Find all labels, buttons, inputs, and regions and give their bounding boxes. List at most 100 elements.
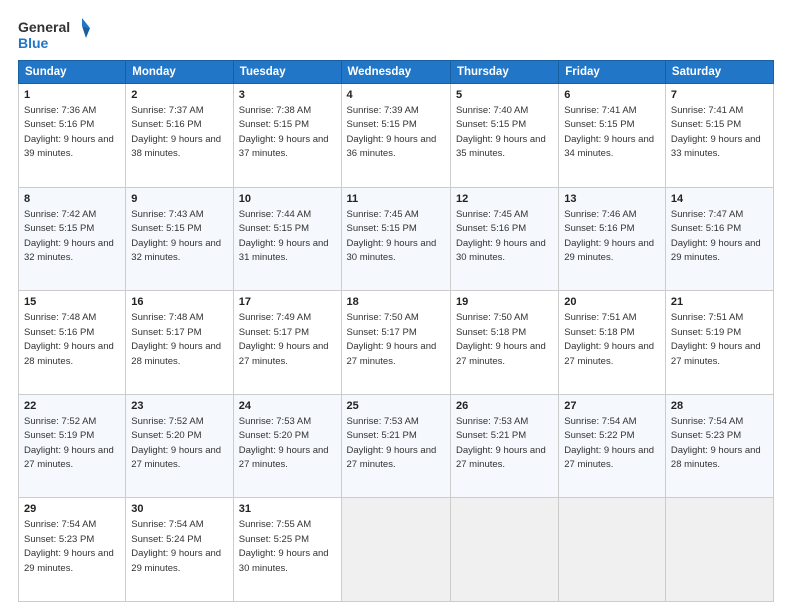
- calendar-cell: 28 Sunrise: 7:54 AMSunset: 5:23 PMDaylig…: [665, 394, 773, 498]
- day-info: Sunrise: 7:49 AMSunset: 5:17 PMDaylight:…: [239, 312, 329, 367]
- day-info: Sunrise: 7:52 AMSunset: 5:19 PMDaylight:…: [24, 416, 114, 471]
- day-info: Sunrise: 7:54 AMSunset: 5:23 PMDaylight:…: [24, 519, 114, 574]
- day-number: 8: [24, 192, 120, 208]
- day-number: 25: [347, 399, 445, 415]
- day-number: 1: [24, 88, 120, 104]
- calendar-header-saturday: Saturday: [665, 61, 773, 84]
- day-info: Sunrise: 7:50 AMSunset: 5:18 PMDaylight:…: [456, 312, 546, 367]
- calendar-cell: 3 Sunrise: 7:38 AMSunset: 5:15 PMDayligh…: [233, 84, 341, 188]
- day-info: Sunrise: 7:48 AMSunset: 5:16 PMDaylight:…: [24, 312, 114, 367]
- day-number: 26: [456, 399, 553, 415]
- calendar-table: SundayMondayTuesdayWednesdayThursdayFrid…: [18, 60, 774, 602]
- day-number: 29: [24, 502, 120, 518]
- day-info: Sunrise: 7:41 AMSunset: 5:15 PMDaylight:…: [671, 105, 761, 160]
- calendar-cell: [341, 498, 450, 602]
- calendar-cell: 5 Sunrise: 7:40 AMSunset: 5:15 PMDayligh…: [450, 84, 558, 188]
- day-number: 15: [24, 295, 120, 311]
- day-info: Sunrise: 7:45 AMSunset: 5:15 PMDaylight:…: [347, 209, 437, 264]
- calendar-cell: 31 Sunrise: 7:55 AMSunset: 5:25 PMDaylig…: [233, 498, 341, 602]
- day-number: 17: [239, 295, 336, 311]
- calendar-cell: 6 Sunrise: 7:41 AMSunset: 5:15 PMDayligh…: [559, 84, 666, 188]
- day-info: Sunrise: 7:55 AMSunset: 5:25 PMDaylight:…: [239, 519, 329, 574]
- calendar-header-row: SundayMondayTuesdayWednesdayThursdayFrid…: [19, 61, 774, 84]
- day-info: Sunrise: 7:53 AMSunset: 5:21 PMDaylight:…: [347, 416, 437, 471]
- day-info: Sunrise: 7:51 AMSunset: 5:18 PMDaylight:…: [564, 312, 654, 367]
- day-number: 7: [671, 88, 768, 104]
- day-info: Sunrise: 7:40 AMSunset: 5:15 PMDaylight:…: [456, 105, 546, 160]
- day-number: 19: [456, 295, 553, 311]
- calendar-cell: 7 Sunrise: 7:41 AMSunset: 5:15 PMDayligh…: [665, 84, 773, 188]
- day-number: 13: [564, 192, 660, 208]
- calendar-cell: 23 Sunrise: 7:52 AMSunset: 5:20 PMDaylig…: [126, 394, 233, 498]
- svg-text:General: General: [18, 19, 70, 35]
- calendar-body: 1 Sunrise: 7:36 AMSunset: 5:16 PMDayligh…: [19, 84, 774, 602]
- day-info: Sunrise: 7:53 AMSunset: 5:21 PMDaylight:…: [456, 416, 546, 471]
- logo-svg: General Blue: [18, 16, 90, 52]
- day-number: 16: [131, 295, 227, 311]
- day-number: 5: [456, 88, 553, 104]
- calendar-cell: 26 Sunrise: 7:53 AMSunset: 5:21 PMDaylig…: [450, 394, 558, 498]
- day-number: 10: [239, 192, 336, 208]
- day-info: Sunrise: 7:50 AMSunset: 5:17 PMDaylight:…: [347, 312, 437, 367]
- day-info: Sunrise: 7:44 AMSunset: 5:15 PMDaylight:…: [239, 209, 329, 264]
- calendar-week-5: 29 Sunrise: 7:54 AMSunset: 5:23 PMDaylig…: [19, 498, 774, 602]
- calendar-cell: 1 Sunrise: 7:36 AMSunset: 5:16 PMDayligh…: [19, 84, 126, 188]
- day-info: Sunrise: 7:42 AMSunset: 5:15 PMDaylight:…: [24, 209, 114, 264]
- calendar-cell: [665, 498, 773, 602]
- calendar-cell: 21 Sunrise: 7:51 AMSunset: 5:19 PMDaylig…: [665, 291, 773, 395]
- day-number: 14: [671, 192, 768, 208]
- calendar-cell: 16 Sunrise: 7:48 AMSunset: 5:17 PMDaylig…: [126, 291, 233, 395]
- calendar-week-3: 15 Sunrise: 7:48 AMSunset: 5:16 PMDaylig…: [19, 291, 774, 395]
- calendar-cell: 29 Sunrise: 7:54 AMSunset: 5:23 PMDaylig…: [19, 498, 126, 602]
- day-info: Sunrise: 7:45 AMSunset: 5:16 PMDaylight:…: [456, 209, 546, 264]
- calendar-cell: 15 Sunrise: 7:48 AMSunset: 5:16 PMDaylig…: [19, 291, 126, 395]
- calendar-cell: 20 Sunrise: 7:51 AMSunset: 5:18 PMDaylig…: [559, 291, 666, 395]
- calendar-week-1: 1 Sunrise: 7:36 AMSunset: 5:16 PMDayligh…: [19, 84, 774, 188]
- calendar-cell: 30 Sunrise: 7:54 AMSunset: 5:24 PMDaylig…: [126, 498, 233, 602]
- day-number: 27: [564, 399, 660, 415]
- calendar-page: General Blue SundayMondayTuesdayWednesda…: [0, 0, 792, 612]
- day-number: 4: [347, 88, 445, 104]
- day-info: Sunrise: 7:54 AMSunset: 5:24 PMDaylight:…: [131, 519, 221, 574]
- calendar-cell: 10 Sunrise: 7:44 AMSunset: 5:15 PMDaylig…: [233, 187, 341, 291]
- day-info: Sunrise: 7:38 AMSunset: 5:15 PMDaylight:…: [239, 105, 329, 160]
- calendar-cell: 14 Sunrise: 7:47 AMSunset: 5:16 PMDaylig…: [665, 187, 773, 291]
- calendar-cell: 9 Sunrise: 7:43 AMSunset: 5:15 PMDayligh…: [126, 187, 233, 291]
- day-number: 24: [239, 399, 336, 415]
- header: General Blue: [18, 16, 774, 52]
- day-info: Sunrise: 7:54 AMSunset: 5:22 PMDaylight:…: [564, 416, 654, 471]
- calendar-cell: 12 Sunrise: 7:45 AMSunset: 5:16 PMDaylig…: [450, 187, 558, 291]
- calendar-cell: 18 Sunrise: 7:50 AMSunset: 5:17 PMDaylig…: [341, 291, 450, 395]
- day-info: Sunrise: 7:54 AMSunset: 5:23 PMDaylight:…: [671, 416, 761, 471]
- calendar-header-wednesday: Wednesday: [341, 61, 450, 84]
- calendar-cell: 27 Sunrise: 7:54 AMSunset: 5:22 PMDaylig…: [559, 394, 666, 498]
- day-info: Sunrise: 7:43 AMSunset: 5:15 PMDaylight:…: [131, 209, 221, 264]
- logo: General Blue: [18, 16, 90, 52]
- day-info: Sunrise: 7:39 AMSunset: 5:15 PMDaylight:…: [347, 105, 437, 160]
- day-number: 28: [671, 399, 768, 415]
- day-number: 3: [239, 88, 336, 104]
- calendar-week-4: 22 Sunrise: 7:52 AMSunset: 5:19 PMDaylig…: [19, 394, 774, 498]
- calendar-header-tuesday: Tuesday: [233, 61, 341, 84]
- day-info: Sunrise: 7:37 AMSunset: 5:16 PMDaylight:…: [131, 105, 221, 160]
- day-number: 21: [671, 295, 768, 311]
- calendar-cell: [450, 498, 558, 602]
- day-number: 9: [131, 192, 227, 208]
- day-info: Sunrise: 7:46 AMSunset: 5:16 PMDaylight:…: [564, 209, 654, 264]
- calendar-header-thursday: Thursday: [450, 61, 558, 84]
- day-info: Sunrise: 7:48 AMSunset: 5:17 PMDaylight:…: [131, 312, 221, 367]
- calendar-week-2: 8 Sunrise: 7:42 AMSunset: 5:15 PMDayligh…: [19, 187, 774, 291]
- day-number: 11: [347, 192, 445, 208]
- day-number: 6: [564, 88, 660, 104]
- calendar-header-friday: Friday: [559, 61, 666, 84]
- calendar-cell: 11 Sunrise: 7:45 AMSunset: 5:15 PMDaylig…: [341, 187, 450, 291]
- calendar-cell: 17 Sunrise: 7:49 AMSunset: 5:17 PMDaylig…: [233, 291, 341, 395]
- calendar-cell: 22 Sunrise: 7:52 AMSunset: 5:19 PMDaylig…: [19, 394, 126, 498]
- calendar-cell: 24 Sunrise: 7:53 AMSunset: 5:20 PMDaylig…: [233, 394, 341, 498]
- day-number: 18: [347, 295, 445, 311]
- svg-text:Blue: Blue: [18, 35, 49, 51]
- day-info: Sunrise: 7:47 AMSunset: 5:16 PMDaylight:…: [671, 209, 761, 264]
- calendar-cell: 4 Sunrise: 7:39 AMSunset: 5:15 PMDayligh…: [341, 84, 450, 188]
- day-number: 30: [131, 502, 227, 518]
- day-number: 22: [24, 399, 120, 415]
